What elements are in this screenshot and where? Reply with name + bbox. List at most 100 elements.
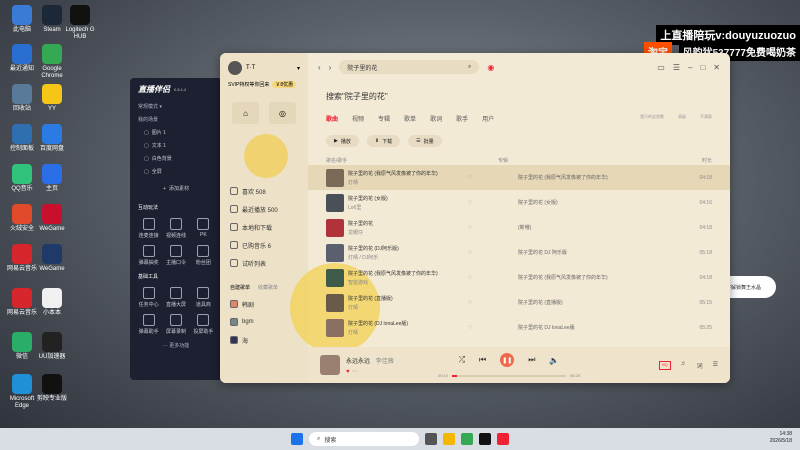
forward-icon[interactable]: ›: [329, 63, 332, 72]
start-icon[interactable]: [291, 433, 303, 445]
clock-date[interactable]: 2026/5/18: [770, 438, 792, 445]
tool-item[interactable]: 弹幕助手: [136, 314, 161, 335]
song-row[interactable]: 院子里的花 (女版) Lo6里 ♡ 院子里的花 (女版) 04:16: [308, 190, 730, 215]
song-cover[interactable]: [326, 318, 344, 337]
tab-albums[interactable]: 专辑: [378, 114, 390, 123]
more-functions[interactable]: ··· 更多功能: [130, 339, 222, 352]
song-artist[interactable]: Lo6里: [348, 204, 468, 211]
progress-bar[interactable]: [452, 374, 566, 377]
opt-unsatisfied[interactable]: 不满意: [700, 114, 712, 123]
volume-icon[interactable]: 🔈: [549, 356, 559, 365]
song-album[interactable]: (新哦): [518, 224, 618, 231]
home-icon[interactable]: ⌂: [232, 102, 259, 124]
song-album[interactable]: 院子里的花 DJ lonaLee版: [518, 324, 618, 331]
tool-item[interactable]: 直播大屏: [163, 287, 188, 308]
song-cover[interactable]: [326, 243, 344, 262]
batch-button[interactable]: ☰ 批量: [408, 135, 442, 147]
minimize-icon[interactable]: –: [688, 63, 692, 72]
scene-item[interactable]: ▢ 全屏: [130, 165, 222, 178]
tab-songs[interactable]: 歌曲: [326, 114, 338, 123]
desktop-icon[interactable]: #c8102e WeGame: [32, 204, 72, 233]
interact-item[interactable]: 弹幕抽奖: [136, 245, 161, 266]
song-row[interactable]: 院子里的花 龙眼仔 ♡ (新哦) 04:18: [308, 215, 730, 240]
vip-badge[interactable]: ￥8优惠: [272, 81, 297, 88]
music-app-icon[interactable]: [497, 433, 509, 445]
desktop-icon[interactable]: #2a6fe8 主页: [32, 164, 72, 193]
skin-icon[interactable]: ▭: [657, 63, 665, 72]
song-album[interactable]: 院子里的花 (女版): [518, 199, 618, 206]
sidebar-item-recent[interactable]: 最近播放 500: [220, 200, 308, 218]
heart-icon[interactable]: ♡: [468, 200, 518, 206]
desktop-icon[interactable]: #34a853 Google Chrome: [32, 44, 72, 80]
desktop-icon[interactable]: #111111 剪映专业版: [32, 374, 72, 403]
lyrics-icon[interactable]: 词: [697, 361, 703, 370]
song-row[interactable]: 院子里的花 (我原气风发像被了你的年华) 智能游戏 ♡ 院子里的花 (我原气风发像…: [308, 265, 730, 290]
song-artist[interactable]: 智能游戏: [348, 279, 468, 286]
chevron-down-icon[interactable]: ▾: [297, 65, 300, 72]
clock-time[interactable]: 14:38: [770, 431, 792, 438]
tab-collected-playlists[interactable]: 收藏歌单: [258, 284, 278, 291]
maximize-icon[interactable]: □: [700, 63, 705, 72]
song-album[interactable]: 院子里的花 DJ 阿乐版: [518, 249, 618, 256]
tab-created-playlists[interactable]: 自建歌单: [230, 284, 250, 291]
song-row[interactable]: 院子里的花 (DJ lonaLee版) 灯晴 ♡ 院子里的花 DJ lonaLee…: [308, 315, 730, 340]
sidebar-item-trial[interactable]: 试听列表: [220, 254, 308, 272]
heart-icon[interactable]: ♡: [468, 275, 518, 281]
song-cover[interactable]: [326, 193, 344, 212]
tool-item[interactable]: 投屏助手: [191, 314, 216, 335]
back-icon[interactable]: ‹: [318, 63, 321, 72]
interact-item[interactable]: 连麦连接: [136, 218, 161, 239]
now-playing-artist[interactable]: 李佳薇: [376, 359, 394, 365]
desktop-icon[interactable]: #f0f0f0 小本本: [32, 288, 72, 317]
song-cover[interactable]: [326, 293, 344, 312]
heart-icon[interactable]: ♡: [468, 325, 518, 331]
heart-icon[interactable]: ♡: [468, 300, 518, 306]
now-playing-title[interactable]: 永远永远: [346, 359, 370, 365]
user-name[interactable]: T·T: [246, 65, 255, 71]
scene-item[interactable]: ▢ 白色背景: [130, 152, 222, 165]
album-cover[interactable]: [320, 355, 340, 375]
song-row[interactable]: 院子里的花 (直播版) 灯晴 ♡ 院子里的花 (直播版) 05:15: [308, 290, 730, 315]
add-material-button[interactable]: + 添加素材: [130, 182, 222, 195]
song-album[interactable]: 院子里的花 (我原气风发像被了你的年华): [518, 274, 618, 281]
tab-videos[interactable]: 视频: [352, 114, 364, 123]
song-row[interactable]: 院子里的花 (我原气风发像被了你的年华) 灯晴 ♡ 院子里的花 (我原气风发像被了…: [308, 165, 730, 190]
song-cover[interactable]: [326, 218, 344, 237]
interact-item[interactable]: 主播口令: [163, 245, 188, 266]
effects-icon[interactable]: ♬: [681, 361, 687, 370]
app-icon[interactable]: [479, 433, 491, 445]
playlist-icon[interactable]: ☰: [713, 361, 718, 370]
tab-lyrics[interactable]: 歌词: [430, 114, 442, 123]
task-view-icon[interactable]: [425, 433, 437, 445]
desktop-icon[interactable]: #111111 Logitech G HUB: [60, 5, 100, 41]
song-album[interactable]: 院子里的花 (直播版): [518, 299, 618, 306]
compass-icon[interactable]: ◎: [269, 102, 296, 124]
desktop-icon[interactable]: #1f3a68 WeGame: [32, 244, 72, 273]
song-artist[interactable]: 灯晴 / DJ阿乐: [348, 254, 468, 261]
desktop-icon[interactable]: #2a7be4 百度网盘: [32, 124, 72, 153]
settings-icon[interactable]: ☰: [673, 63, 680, 72]
interact-item[interactable]: PK: [191, 218, 216, 239]
chrome-icon[interactable]: [461, 433, 473, 445]
heart-icon[interactable]: ♥ ⋯: [346, 368, 394, 375]
scene-item[interactable]: ▢ 文本 1: [130, 139, 222, 152]
quality-badge[interactable]: HQ: [658, 360, 671, 370]
song-artist[interactable]: 灯晴: [348, 329, 468, 336]
avatar[interactable]: [228, 61, 242, 75]
tool-item[interactable]: 屏幕录制: [163, 314, 188, 335]
prev-icon[interactable]: ⏮: [479, 355, 486, 365]
shuffle-icon[interactable]: ⤮: [459, 355, 465, 365]
sidebar-item-purchased[interactable]: 已购音乐 6: [220, 236, 308, 254]
song-row[interactable]: 院子里的花 (DJ阿乐版) 灯晴 / DJ阿乐 ♡ 院子里的花 DJ 阿乐版 05…: [308, 240, 730, 265]
taskbar-search[interactable]: ⌕ 搜索: [309, 432, 419, 446]
tab-playlists[interactable]: 歌单: [404, 114, 416, 123]
next-icon[interactable]: ⏭: [528, 355, 535, 365]
play-all-button[interactable]: ▶ 播放: [326, 135, 359, 147]
interact-item[interactable]: 视频连线: [163, 218, 188, 239]
pause-button[interactable]: ❚❚: [500, 353, 515, 367]
song-album[interactable]: 院子里的花 (我原气风发像被了你的年华): [518, 174, 618, 181]
song-cover[interactable]: [326, 268, 344, 287]
sidebar-item-local[interactable]: 本地和下载: [220, 218, 308, 236]
scene-item[interactable]: ▢ 图片 1: [130, 126, 222, 139]
playlist-item[interactable]: 海: [220, 331, 308, 349]
